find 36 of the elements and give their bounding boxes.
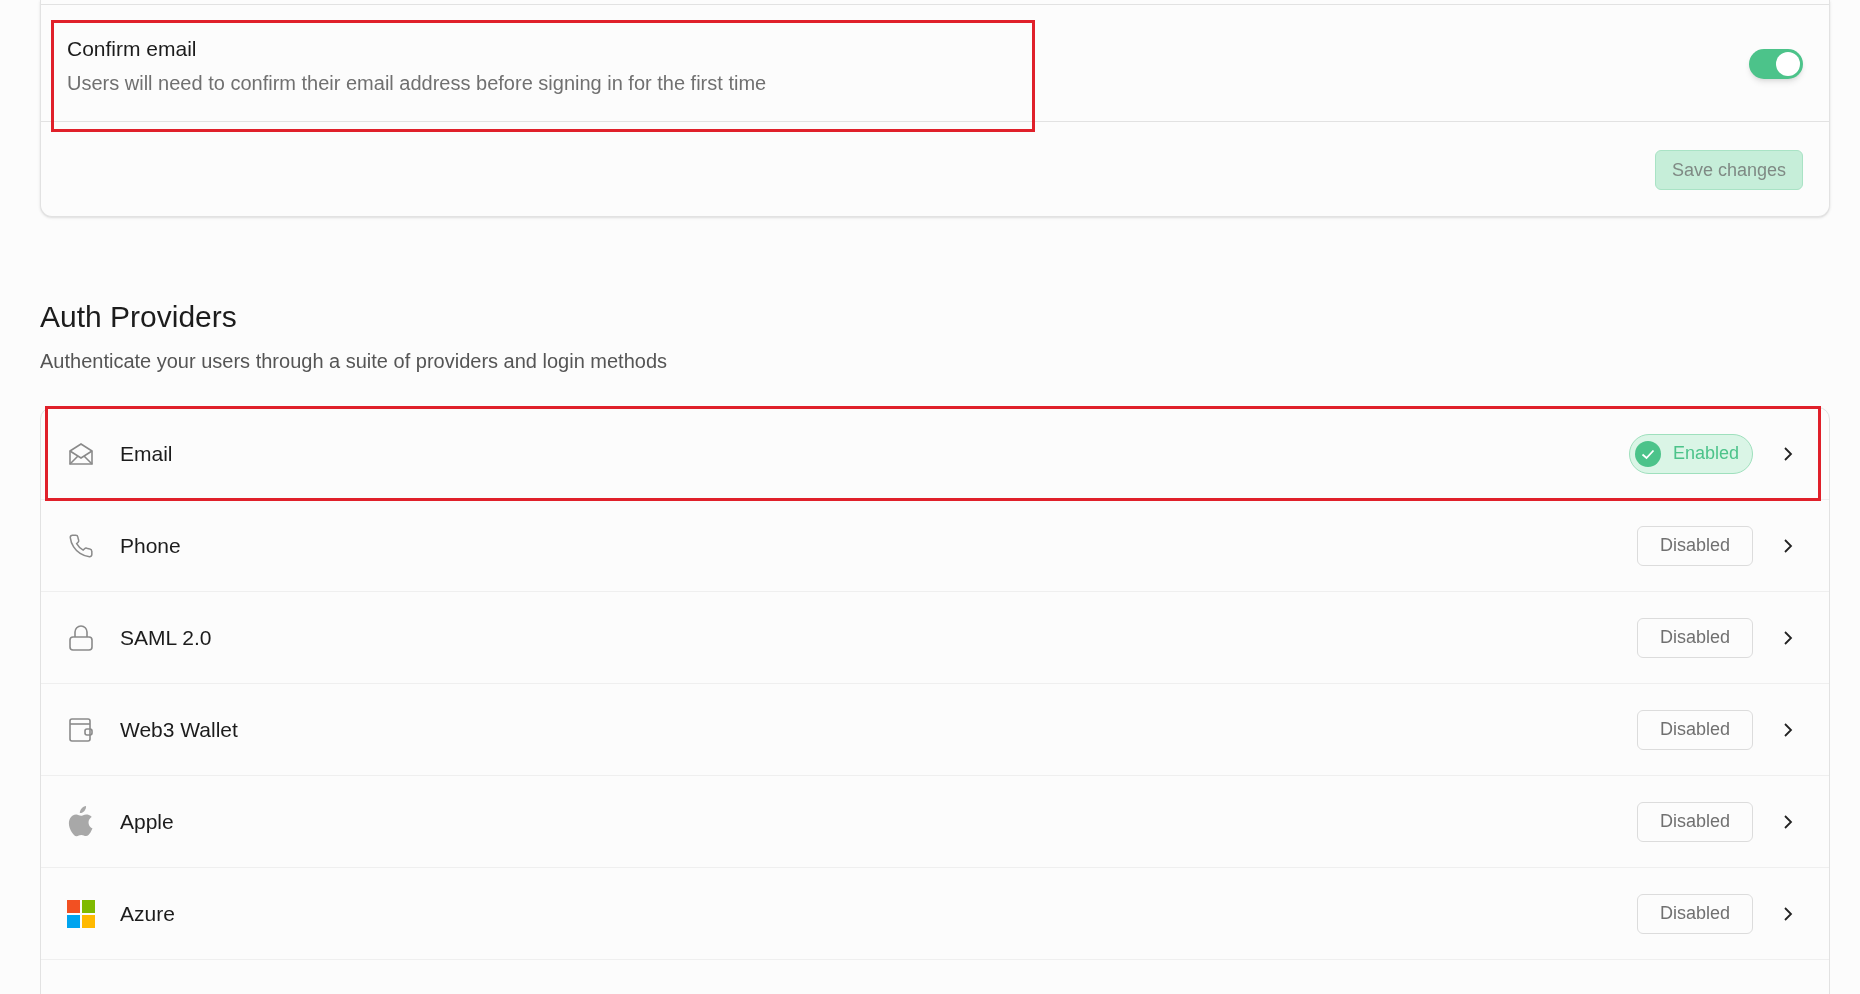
wallet-icon — [68, 716, 94, 743]
check-circle-icon — [1634, 440, 1661, 467]
status-badge: Disabled — [1636, 893, 1753, 934]
provider-row[interactable]: Apple Disabled — [41, 776, 1829, 868]
chevron-right-icon — [1783, 721, 1793, 738]
chevron-right-icon — [1783, 629, 1793, 646]
status-badge: Disabled — [1636, 617, 1753, 658]
setting-title: Confirm email — [67, 37, 198, 61]
windows-logo-icon — [67, 899, 95, 928]
provider-name: Web3 Wallet — [120, 716, 239, 743]
envelope-icon — [68, 441, 94, 466]
status-badge: Disabled — [1636, 709, 1753, 750]
chevron-right-icon — [1783, 537, 1793, 554]
chevron-right-icon — [1783, 445, 1793, 462]
section-heading: Auth Providers — [40, 299, 238, 335]
provider-row[interactable]: Azure Disabled — [41, 868, 1829, 960]
chevron-right-icon — [1783, 813, 1793, 830]
apple-icon — [67, 805, 95, 838]
setting-description: Users will need to confirm their email address before signing in for the first time — [67, 71, 767, 95]
section-subtitle: Authenticate your users through a suite of providers and login methods — [40, 349, 669, 373]
provider-row[interactable]: Email Enabled — [41, 408, 1829, 500]
toggle-switch[interactable] — [1749, 49, 1803, 79]
provider-name: Azure — [120, 900, 176, 927]
lock-icon — [68, 623, 94, 652]
status-badge: Disabled — [1636, 801, 1753, 842]
status-badge: Disabled — [1636, 525, 1753, 566]
phone-icon — [68, 532, 94, 559]
chevron-right-icon — [1783, 905, 1793, 922]
provider-row[interactable]: SAML 2.0 Disabled — [41, 592, 1829, 684]
status-text: Enabled — [1672, 442, 1739, 465]
provider-row[interactable]: Web3 Wallet Disabled — [41, 684, 1829, 776]
provider-row[interactable]: Phone Disabled — [41, 500, 1829, 592]
provider-name: SAML 2.0 — [120, 624, 213, 651]
provider-name: Email — [120, 440, 174, 467]
provider-name: Apple — [120, 808, 175, 835]
provider-name: Phone — [120, 532, 182, 559]
